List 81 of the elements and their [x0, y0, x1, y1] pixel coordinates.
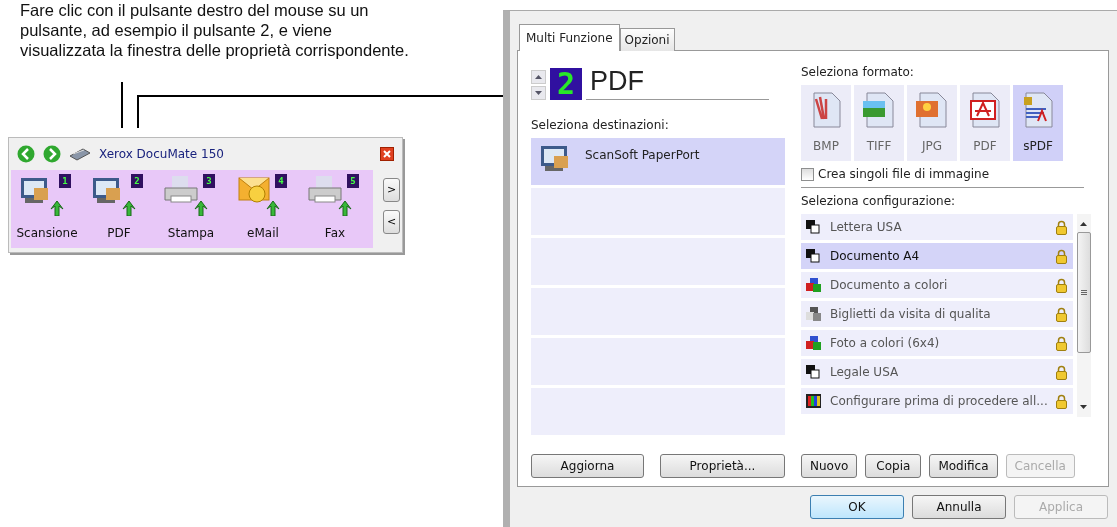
- padlock-icon: [1055, 219, 1067, 235]
- button-number-display: 2: [550, 68, 582, 100]
- configuration-item[interactable]: Documento A4: [801, 243, 1073, 269]
- padlock-icon: [1055, 393, 1067, 409]
- file-icon: [914, 89, 950, 129]
- checkbox[interactable]: Crea singoli file di immagine: [801, 165, 1084, 188]
- close-button[interactable]: [380, 147, 394, 161]
- button-label: eMail: [247, 225, 279, 242]
- toolbar-button[interactable]: 5 Fax: [299, 174, 371, 248]
- configuration-item[interactable]: Documento a colori: [801, 272, 1073, 298]
- overlapping-squares-icon: [805, 364, 822, 380]
- stacked-cubes-icon: [805, 277, 822, 293]
- button-label: Stampa: [167, 225, 215, 242]
- down-arrow-icon: [1080, 405, 1088, 409]
- toolbar-button[interactable]: 4 eMail: [227, 174, 299, 248]
- format-option[interactable]: JPG: [907, 85, 957, 161]
- configuration-item[interactable]: Configurare prima di procedere all...: [801, 388, 1073, 414]
- configuration-item[interactable]: Legale USA: [801, 359, 1073, 385]
- number-badge: 1: [59, 174, 71, 188]
- file-icon: [861, 89, 897, 129]
- section-label: Seleziona formato:: [801, 64, 915, 81]
- button-name-field[interactable]: PDF: [586, 63, 769, 100]
- configuration-item[interactable]: Foto a colori (6x4): [801, 330, 1073, 356]
- number-badge: 4: [275, 174, 287, 188]
- scanner-icon: [69, 147, 91, 161]
- padlock-icon: [1055, 248, 1067, 264]
- format-option[interactable]: BMP: [801, 85, 851, 161]
- scrollbar[interactable]: [1076, 214, 1091, 417]
- overlapping-squares-icon: [805, 248, 822, 264]
- dialog-button[interactable]: OK: [810, 495, 904, 519]
- close-icon: [380, 147, 394, 161]
- toolbar-button[interactable]: 1 Scansione: [11, 174, 83, 248]
- padlock-icon: [1055, 306, 1067, 322]
- printer-icon: [163, 174, 209, 216]
- section-label: Seleziona configurazione:: [801, 193, 957, 210]
- dialog-button[interactable]: Annulla: [912, 495, 1006, 519]
- stacked-cubes-icon: [805, 335, 822, 351]
- overlapping-squares-icon: [805, 219, 822, 235]
- tab[interactable]: Opzioni: [619, 28, 675, 51]
- printer-icon: [307, 174, 353, 216]
- stacked-cubes-icon: [805, 306, 822, 322]
- down-arrow-icon: [535, 91, 542, 95]
- dialog-button[interactable]: Nuovo: [801, 454, 858, 478]
- file-icon: [967, 89, 1003, 129]
- configuration-item[interactable]: Biglietti da visita di qualita: [801, 301, 1073, 327]
- dialog-button[interactable]: Aggiorna: [531, 454, 644, 478]
- padlock-icon: [1055, 277, 1067, 293]
- number-badge: 2: [131, 174, 143, 188]
- button-label: Fax: [324, 225, 346, 242]
- format-option[interactable]: PDF: [960, 85, 1010, 161]
- leader-line: [121, 81, 123, 129]
- dialog-button[interactable]: Modifica: [929, 454, 998, 478]
- tab[interactable]: Multi Funzione: [519, 24, 620, 51]
- spin-down-button[interactable]: [531, 86, 546, 100]
- scroll-button[interactable]: <: [383, 210, 400, 234]
- toolbar-button[interactable]: 2 PDF: [83, 174, 155, 248]
- destination-item[interactable]: ScanSoft PaperPort: [531, 138, 785, 185]
- back-button[interactable]: [17, 145, 35, 163]
- toolbar-button[interactable]: 3 Stampa: [155, 174, 227, 248]
- forward-button[interactable]: [43, 145, 61, 163]
- padlock-icon: [1055, 335, 1067, 351]
- number-badge: 5: [347, 174, 359, 188]
- scrollbar-thumb[interactable]: [1076, 232, 1091, 353]
- button-label: Scansione: [16, 225, 78, 242]
- spin-up-button[interactable]: [531, 70, 546, 84]
- stripes-icon: [805, 393, 822, 409]
- number-badge: 3: [203, 174, 215, 188]
- toolbar-title: Xerox DocuMate 150: [99, 146, 225, 163]
- padlock-icon: [1055, 364, 1067, 380]
- button-label: PDF: [107, 225, 131, 242]
- format-option[interactable]: sPDF: [1013, 85, 1063, 161]
- dialog-button[interactable]: Copia: [865, 454, 922, 478]
- dialog-button[interactable]: Proprietà...: [660, 454, 785, 478]
- scroll-button[interactable]: >: [383, 178, 400, 202]
- format-option[interactable]: TIFF: [854, 85, 904, 161]
- configuration-item[interactable]: Lettera USA: [801, 214, 1073, 240]
- grip-icon: [1080, 290, 1087, 295]
- up-arrow-icon: [1080, 222, 1088, 226]
- section-label: Seleziona destinazioni:: [531, 117, 670, 134]
- caption-text: Fare clic con il pulsante destro del mouse su un pulsante, ad esempio il pulsante 2, e viene visualizzata la finestra delle proprietà corrispondente.: [20, 0, 410, 60]
- up-arrow-icon: [535, 75, 542, 79]
